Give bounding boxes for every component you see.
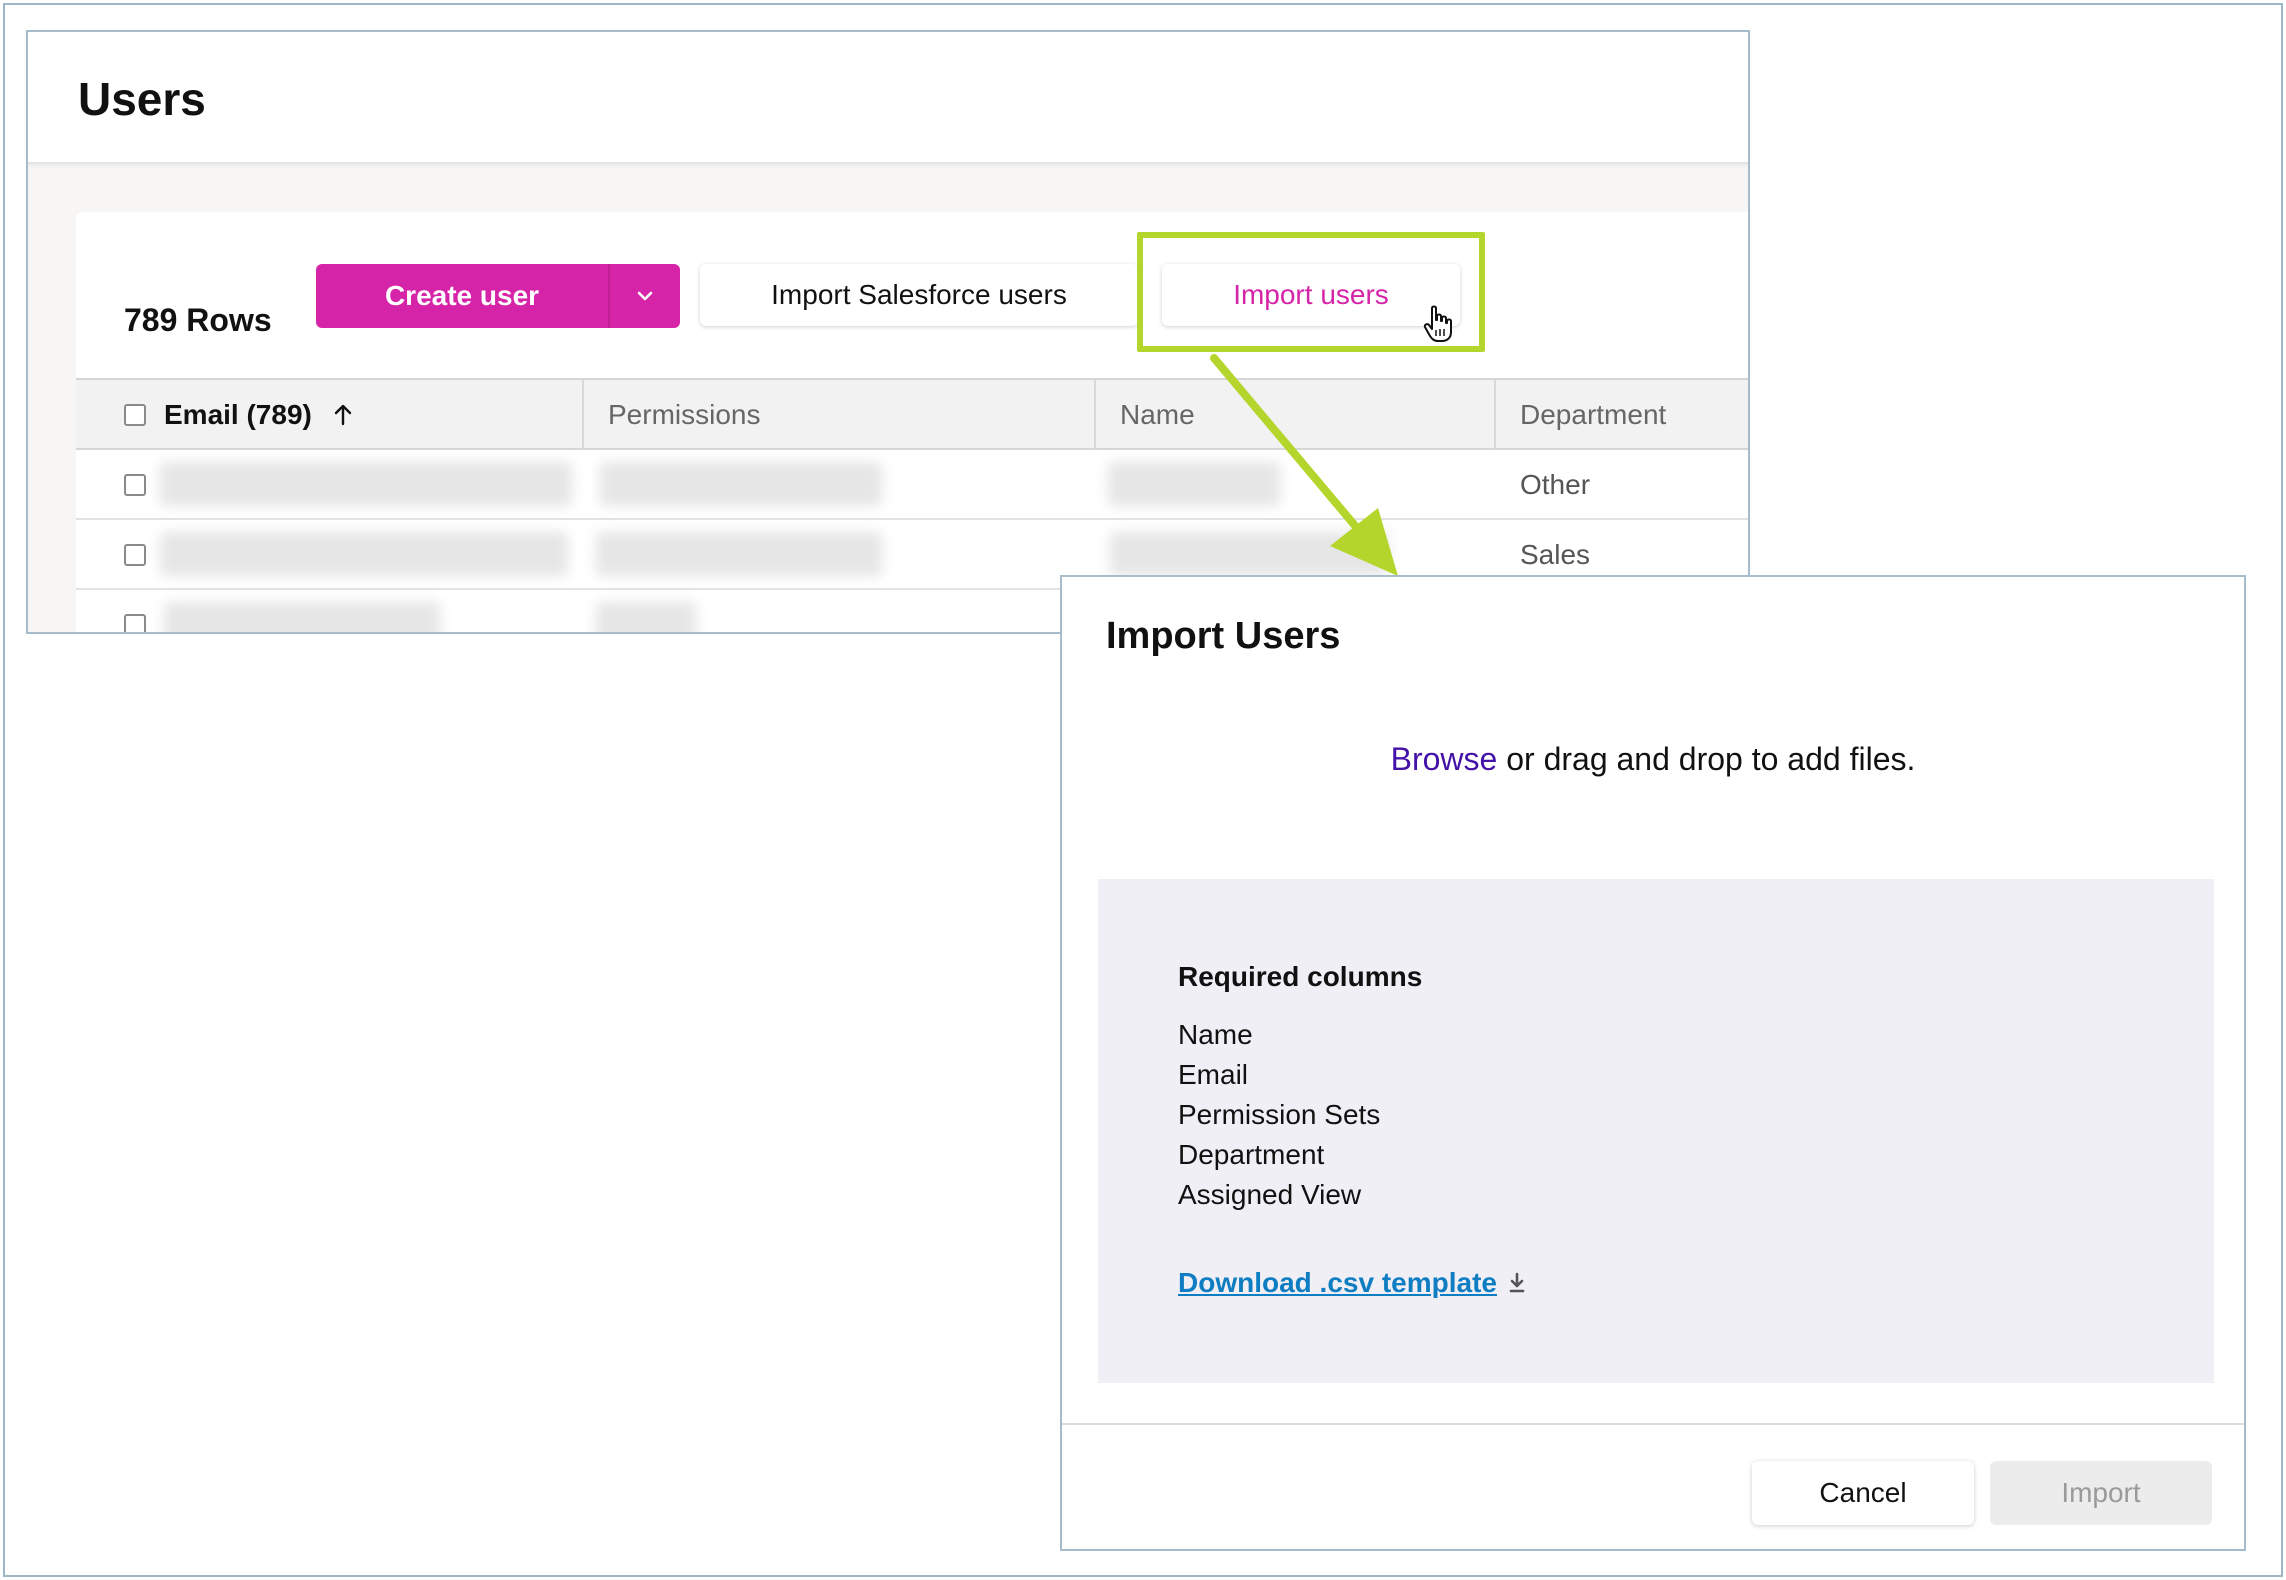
dropzone-instruction: or drag and drop to add files.: [1497, 741, 1916, 777]
list-item: Assigned View: [1178, 1179, 1362, 1210]
sort-up-icon: [332, 403, 354, 427]
row-checkbox[interactable]: [124, 474, 146, 496]
page-header: Users: [28, 32, 1748, 164]
file-dropzone[interactable]: Browse or drag and drop to add files.: [1062, 741, 2244, 778]
column-header-department[interactable]: Department: [1496, 380, 1748, 450]
import-salesforce-users-button[interactable]: Import Salesforce users: [700, 264, 1138, 326]
cancel-button[interactable]: Cancel: [1752, 1461, 1974, 1525]
download-csv-template-link[interactable]: Download .csv template: [1178, 1267, 1527, 1299]
list-item: Name: [1178, 1019, 1253, 1050]
column-header-permissions[interactable]: Permissions: [584, 380, 1096, 450]
table-header: Email (789) Permissions Name Department: [76, 378, 1748, 450]
create-user-dropdown-button[interactable]: [610, 264, 680, 328]
import-users-modal: Import Users Browse or drag and drop to …: [1060, 575, 2246, 1551]
redacted-permissions: [596, 532, 882, 576]
table-row[interactable]: Other: [76, 450, 1748, 520]
column-label-email: Email (789): [164, 399, 312, 430]
select-all-checkbox[interactable]: [124, 404, 146, 426]
users-page: Users 789 Rows Create user Import Salesf…: [26, 30, 1750, 634]
required-columns-panel: Required columns Name Email Permission S…: [1098, 879, 2214, 1383]
hand-cursor-icon: [1423, 305, 1452, 342]
create-user-split-button: Create user: [316, 264, 680, 328]
redacted-email: [160, 462, 572, 506]
column-header-email[interactable]: Email (789): [76, 380, 584, 450]
redacted-email: [164, 602, 440, 632]
required-columns-heading: Required columns: [1178, 961, 1423, 992]
row-count: 789 Rows: [124, 302, 272, 338]
create-user-button[interactable]: Create user: [316, 264, 610, 328]
required-columns-list: Name Email Permission Sets Department As…: [1178, 1015, 1380, 1215]
chevron-down-icon: [637, 291, 653, 301]
page-title: Users: [78, 73, 206, 125]
list-item: Email: [1178, 1059, 1249, 1090]
redacted-permissions: [596, 602, 696, 632]
list-item: Permission Sets: [1178, 1099, 1381, 1130]
redacted-permissions: [600, 462, 882, 506]
redacted-email: [160, 532, 568, 576]
modal-title: Import Users: [1106, 615, 1341, 657]
users-card: 789 Rows Create user Import Salesforce u…: [76, 212, 1748, 632]
modal-footer-divider: [1062, 1423, 2244, 1425]
browse-link[interactable]: Browse: [1391, 741, 1498, 777]
row-checkbox[interactable]: [124, 614, 146, 632]
list-item: Department: [1178, 1139, 1325, 1170]
row-checkbox[interactable]: [124, 544, 146, 566]
import-users-button[interactable]: Import users: [1162, 264, 1460, 326]
arrow-icon: [1210, 354, 1398, 576]
download-link-label: Download .csv template: [1178, 1267, 1497, 1298]
cell-department: Other: [1520, 469, 1591, 500]
download-icon: [1507, 1271, 1527, 1295]
import-button[interactable]: Import: [1990, 1461, 2212, 1525]
